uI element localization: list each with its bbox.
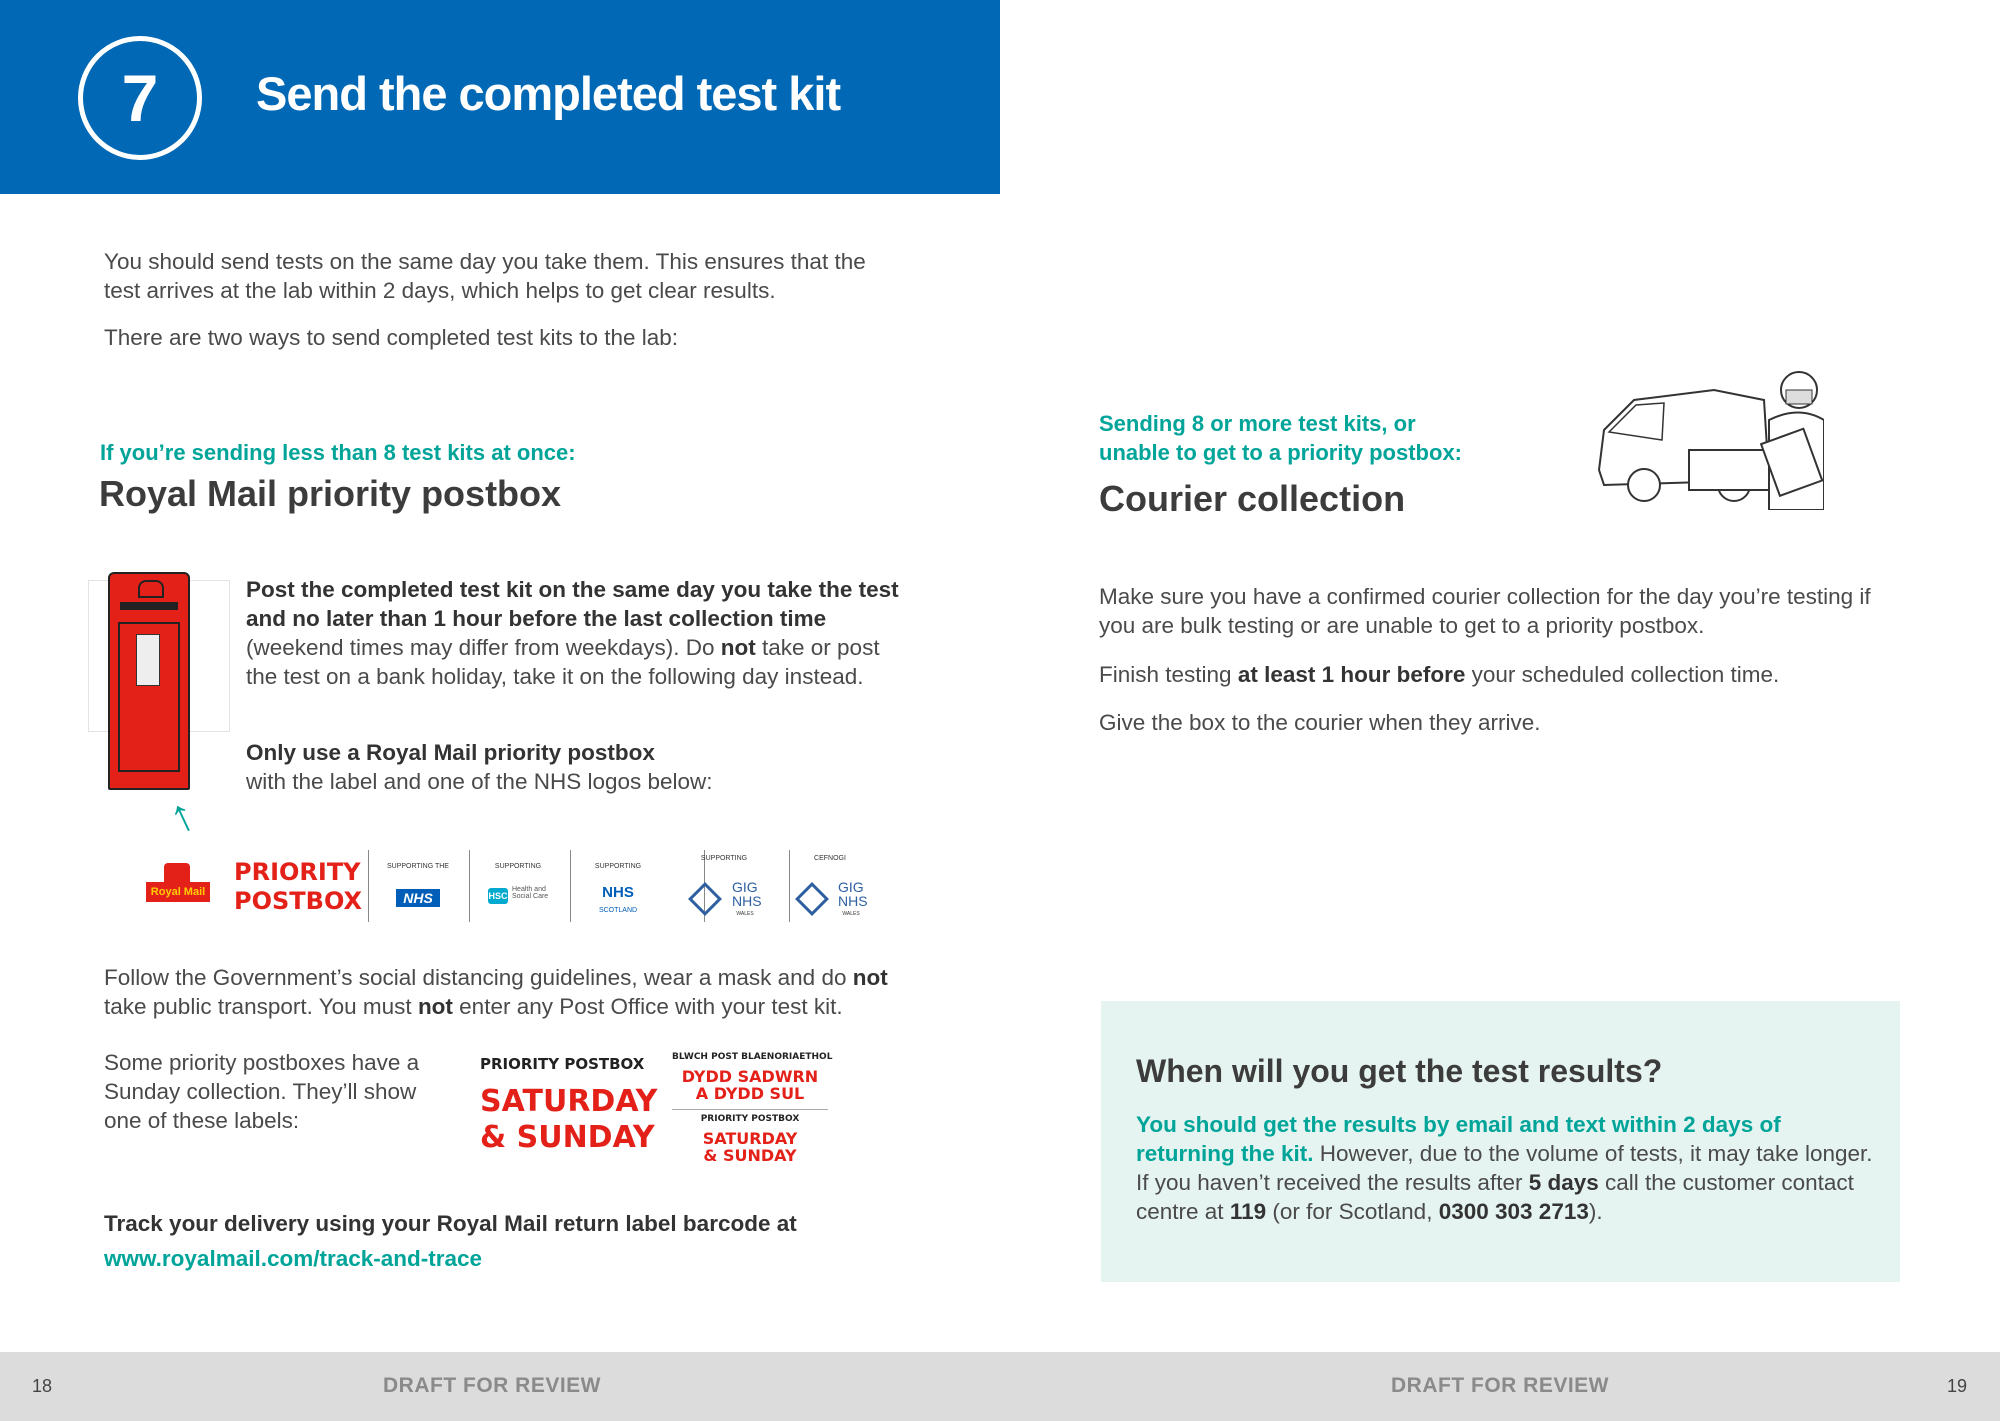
welsh-dragon-icon <box>688 882 722 916</box>
courier-p2-bold: at least 1 hour before <box>1237 662 1466 687</box>
hsc-logo: HSC <box>488 888 508 904</box>
distancing-a: Follow the Government’s social distancin… <box>104 965 853 990</box>
priority-line1: PRIORITY <box>234 858 361 886</box>
sunday-label-cy-line4: & SUNDAY <box>703 1146 797 1165</box>
distancing-paragraph: Follow the Government’s social distancin… <box>104 963 914 1021</box>
distancing-not-1: not <box>852 965 888 990</box>
postbox-p1-not: not <box>720 635 756 660</box>
results-days: 5 days <box>1528 1170 1599 1195</box>
hsc-text: Health and Social Care <box>512 886 549 900</box>
arrow-up-icon: ↑ <box>160 786 203 844</box>
results-phone-119: 119 <box>1229 1199 1267 1224</box>
sunday-label-cy-line3: SATURDAY <box>702 1129 798 1148</box>
gig-text: GIG <box>732 879 758 895</box>
courier-p2-b: your scheduled collection time. <box>1465 662 1780 687</box>
sunday-label-cy-line2: A DYDD SUL <box>695 1084 805 1103</box>
draft-label-right: DRAFT FOR REVIEW <box>1391 1374 1609 1397</box>
nhs-wales-text: NHS <box>732 893 762 909</box>
postbox-p1-a: (weekend times may differ from weekdays)… <box>246 635 721 660</box>
postbox-p2-bold: Only use a Royal Mail priority postbox <box>246 740 655 765</box>
royal-mail-logo: Royal Mail <box>146 882 210 902</box>
postbox-paragraph-1: Post the completed test kit on the same … <box>246 575 906 691</box>
supporting-the-label: SUPPORTING THE <box>387 863 449 870</box>
courier-paragraph-1: Make sure you have a confirmed courier c… <box>1099 584 1871 638</box>
courier-subheading-line1: Sending 8 or more test kits, or <box>1099 411 1416 436</box>
sunday-label-en-line2: & SUNDAY <box>480 1120 655 1155</box>
sunday-label-cy-top: BLWCH POST BLAENORIAETHOL <box>672 1052 833 1062</box>
crown-icon <box>138 580 164 598</box>
results-phone-scotland: 0300 303 2713 <box>1438 1199 1589 1224</box>
draft-label-left: DRAFT FOR REVIEW <box>383 1374 601 1397</box>
postbox-heading: Royal Mail priority postbox <box>99 473 562 514</box>
results-text-d: ). <box>1588 1199 1603 1224</box>
postbox-paragraph-2: Only use a Royal Mail priority postbox wi… <box>246 738 906 796</box>
scotland-label: SCOTLAND <box>598 907 638 914</box>
letter-slot <box>120 602 178 610</box>
divider <box>672 1109 828 1110</box>
supporting-scotland-label: SUPPORTING <box>594 863 642 870</box>
track-and-trace-link[interactable]: www.royalmail.com/track-and-trace <box>104 1246 482 1272</box>
divider <box>789 850 790 922</box>
sunday-label-cy-mid: PRIORITY POSTBOX <box>700 1114 800 1124</box>
priority-line2: POSTBOX <box>234 887 362 915</box>
divider <box>368 850 369 922</box>
step-number-badge: 7 <box>78 36 202 160</box>
collection-plate <box>136 634 160 686</box>
courier-subheading: Sending 8 or more test kits, or unable t… <box>1099 409 1462 467</box>
distancing-not-2: not <box>417 994 453 1019</box>
crown-icon <box>164 863 190 883</box>
postbox-p2-rest: with the label and one of the NHS logos … <box>246 769 713 794</box>
courier-van-illustration <box>1597 371 1824 510</box>
postbox-subheading: If you’re sending less than 8 test kits … <box>100 440 576 465</box>
divider <box>570 850 571 922</box>
gig-wales-logo: GIG NHS <box>732 880 762 908</box>
nhs-wales-text: NHS <box>838 893 868 909</box>
courier-subheading-line2: unable to get to a priority postbox: <box>1099 440 1462 465</box>
welsh-dragon-icon <box>795 882 829 916</box>
supporting-wales-label: SUPPORTING <box>700 855 748 862</box>
gig-wales-logo-2: GIG NHS <box>838 880 868 908</box>
courier-paragraph-3: Give the box to the courier when they ar… <box>1099 710 1541 735</box>
page-number-left: 18 <box>32 1376 53 1396</box>
results-heading: When will you get the test results? <box>1136 1053 1663 1089</box>
priority-postbox-label: PRIORITY POSTBOX <box>234 858 362 916</box>
courier-heading: Courier collection <box>1099 478 1406 519</box>
intro-paragraph-2: There are two ways to send completed tes… <box>104 325 679 350</box>
courier-p2-a: Finish testing <box>1099 662 1238 687</box>
wales-label: WALES <box>842 911 860 917</box>
sunday-label-cy: DYDD SADWRN A DYDD SUL <box>672 1068 828 1102</box>
page-number-right: 19 <box>1947 1376 1968 1396</box>
distancing-c: enter any Post Office with your test kit… <box>452 994 843 1019</box>
sunday-label-cy-line1: DYDD SADWRN <box>681 1067 819 1086</box>
postbox-p1-bold: Post the completed test kit on the same … <box>246 577 899 631</box>
sunday-label-en: SATURDAY & SUNDAY <box>480 1084 657 1156</box>
sunday-collection-text: Some priority postboxes have a Sunday co… <box>104 1050 420 1133</box>
cefnogi-label: CEFNOGI <box>814 855 846 862</box>
nhs-logo: NHS <box>396 889 440 907</box>
courier-paragraph-2: Finish testing at least 1 hour before yo… <box>1099 660 1889 689</box>
sunday-label-en-top: PRIORITY POSTBOX <box>480 1055 645 1073</box>
nhs-scotland-logo: NHS <box>602 884 634 901</box>
step-number: 7 <box>121 61 159 135</box>
sunday-label-en-line1: SATURDAY <box>480 1084 658 1119</box>
divider <box>469 850 470 922</box>
intro-paragraph-1: You should send tests on the same day yo… <box>104 249 866 303</box>
footer-bar <box>0 1352 2000 1421</box>
supporting-hsc-label: SUPPORTING <box>494 863 542 870</box>
page-title: Send the completed test kit <box>256 67 841 120</box>
sunday-label-cy-en: SATURDAY & SUNDAY <box>672 1130 828 1164</box>
postbox-illustration <box>108 572 190 790</box>
results-text-c: (or for Scotland, <box>1266 1199 1439 1224</box>
distancing-b: take public transport. You must <box>104 994 418 1019</box>
track-text: Track your delivery using your Royal Mai… <box>104 1211 797 1236</box>
wales-label: WALES <box>736 911 754 917</box>
gig-text: GIG <box>838 879 864 895</box>
results-paragraph: You should get the results by email and … <box>1136 1110 1876 1226</box>
